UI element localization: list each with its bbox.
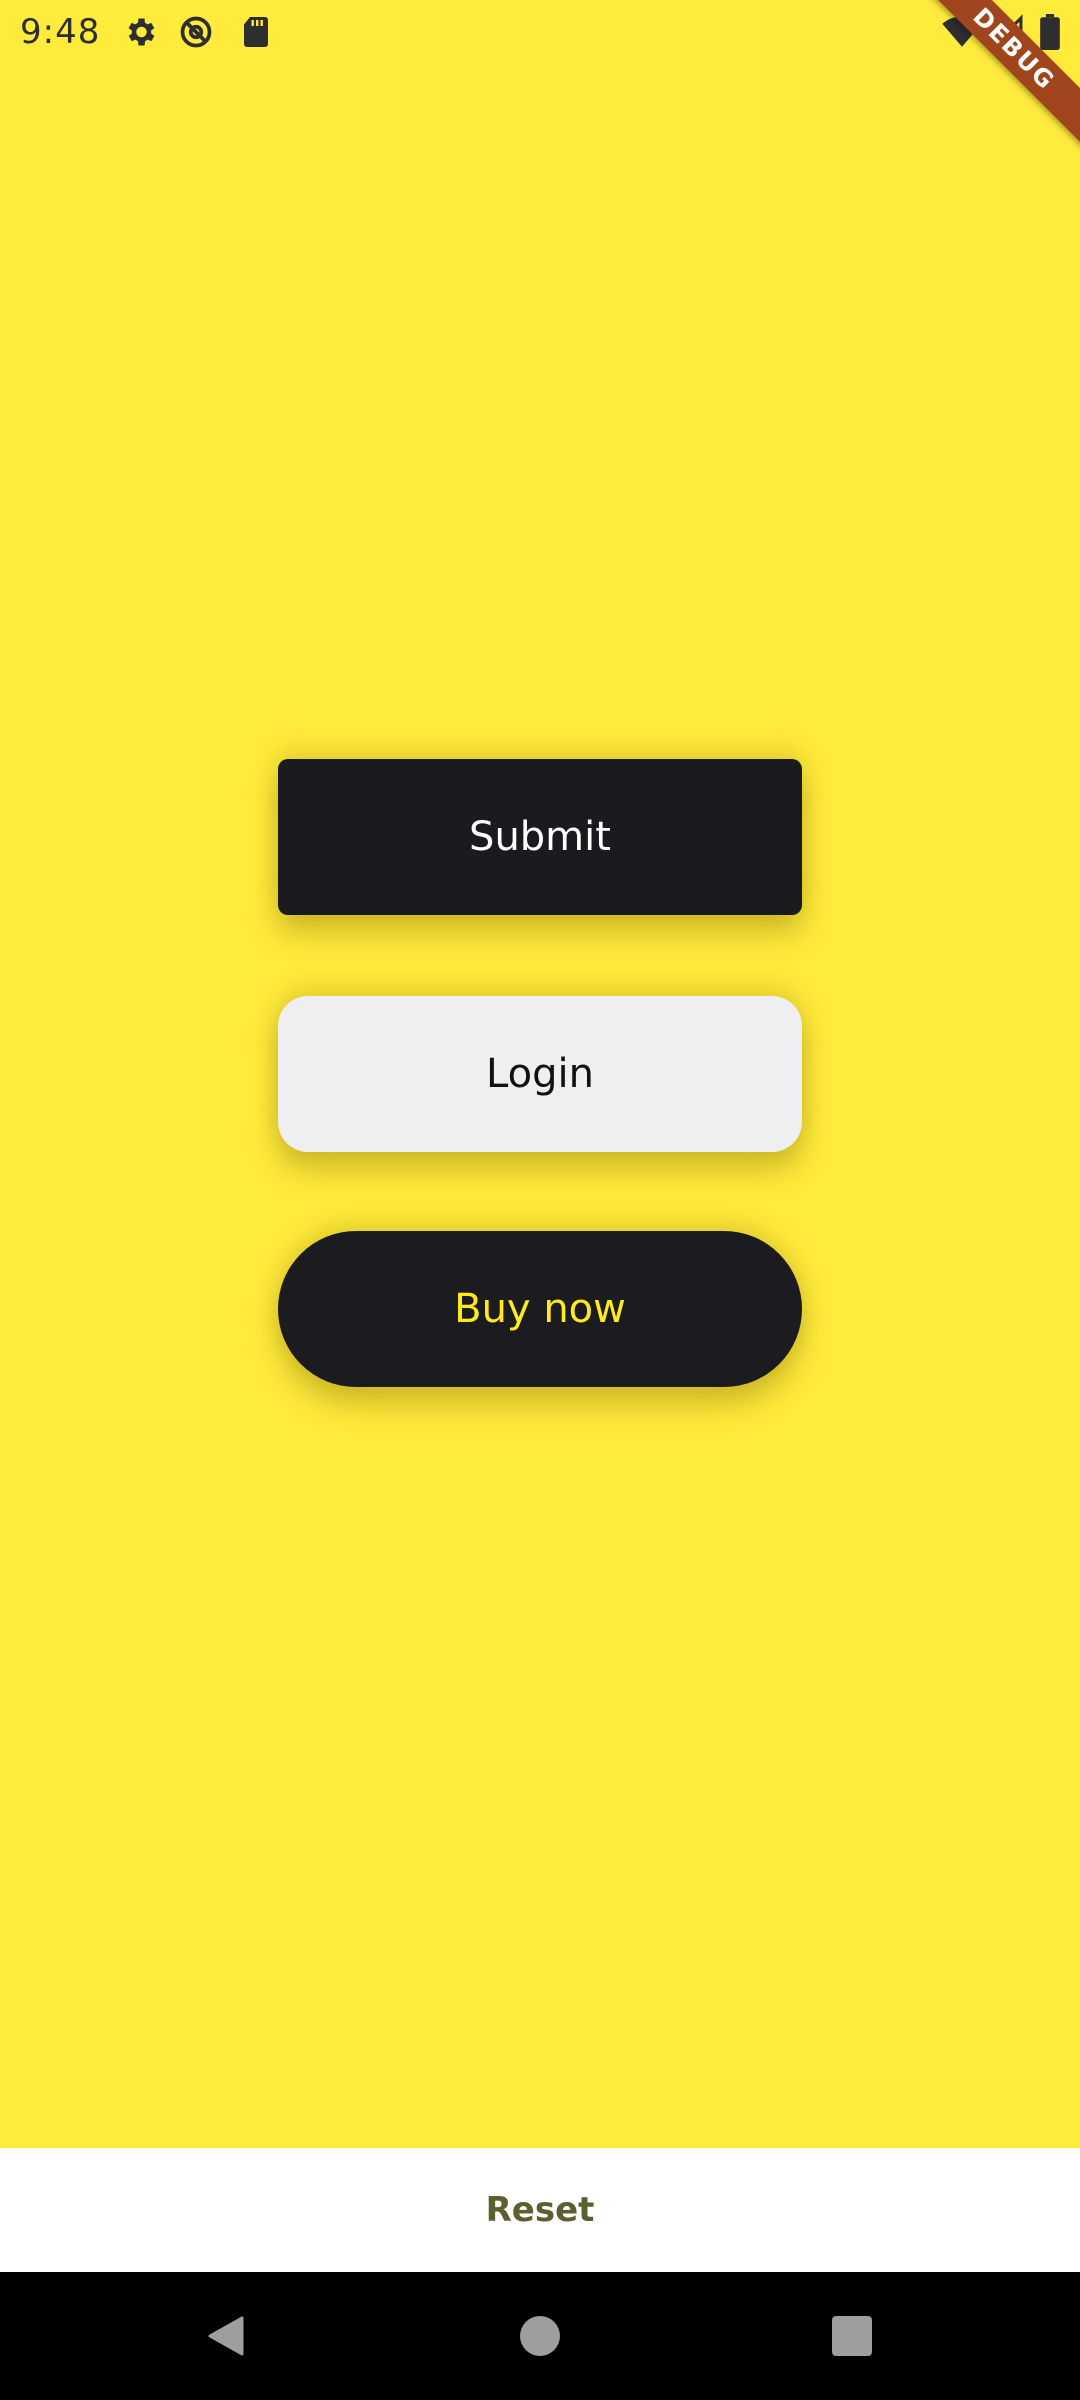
home-icon[interactable] [516, 2312, 564, 2360]
bottom-action-bar: Reset [0, 2148, 1080, 2272]
do-not-disturb-icon [178, 14, 214, 50]
status-bar: 9:48 [0, 0, 1080, 66]
app-screen: 9:48 DEBUG Submit Login Buy now Reset [0, 0, 1080, 2400]
login-button[interactable]: Login [278, 996, 802, 1152]
buy-now-button[interactable]: Buy now [278, 1231, 802, 1387]
status-time: 9:48 [20, 12, 101, 52]
submit-button[interactable]: Submit [278, 759, 802, 915]
system-navigation-bar [0, 2272, 1080, 2400]
battery-icon [1040, 14, 1060, 54]
back-icon[interactable] [202, 2312, 250, 2360]
gear-icon [122, 14, 158, 50]
reset-button[interactable]: Reset [446, 2170, 635, 2250]
recents-icon[interactable] [828, 2312, 876, 2360]
sd-card-icon [238, 14, 274, 50]
